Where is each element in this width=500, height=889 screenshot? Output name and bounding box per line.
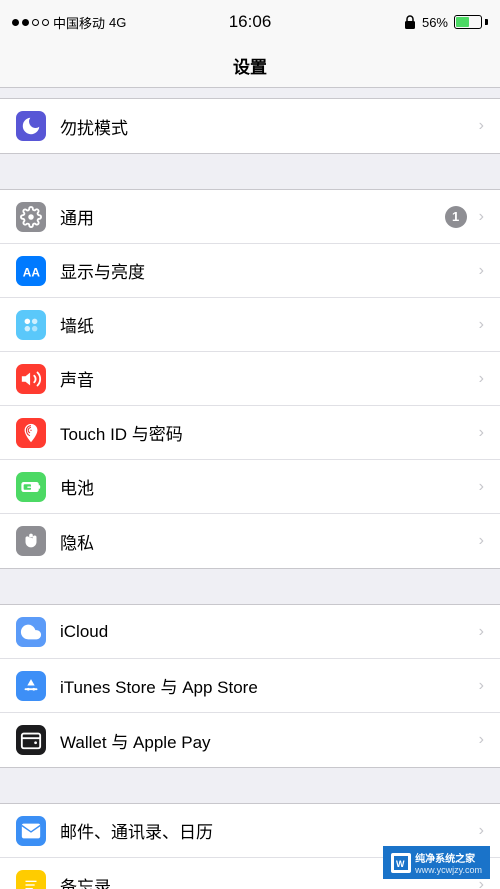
icloud-label: iCloud xyxy=(60,622,475,642)
itunes-chevron: › xyxy=(479,677,484,695)
battery-percent: 56% xyxy=(422,15,448,30)
lock-icon xyxy=(404,15,416,29)
battery-chevron: › xyxy=(479,478,484,496)
settings-item-wallet[interactable]: Wallet 与 Apple Pay › xyxy=(0,713,500,767)
section-gap-top xyxy=(0,88,500,98)
signal-icon xyxy=(12,19,49,26)
mail-chevron: › xyxy=(479,822,484,840)
itunes-icon-bg xyxy=(16,671,46,701)
battery-label: 电池 xyxy=(60,474,475,499)
battery-settings-icon xyxy=(20,476,42,498)
display-chevron: › xyxy=(479,262,484,280)
settings-item-dnd[interactable]: 勿扰模式 › xyxy=(0,99,500,153)
display-icon: AA xyxy=(16,256,46,286)
status-left: 中国移动 4G xyxy=(12,13,126,32)
notes-icon-bg xyxy=(16,870,46,889)
carrier-label: 中国移动 xyxy=(53,13,105,32)
touchid-chevron: › xyxy=(479,424,484,442)
moon-icon xyxy=(20,115,42,137)
wallet-icon xyxy=(20,729,42,751)
wallet-label: Wallet 与 Apple Pay xyxy=(60,728,475,753)
display-label: 显示与亮度 xyxy=(60,258,475,283)
privacy-label: 隐私 xyxy=(60,529,475,554)
general-label: 通用 xyxy=(60,204,445,229)
dnd-chevron: › xyxy=(479,117,484,135)
section-dnd: 勿扰模式 › xyxy=(0,98,500,154)
hand-icon xyxy=(20,530,42,552)
sounds-chevron: › xyxy=(479,370,484,388)
watermark-site: 纯净系统之家 xyxy=(415,850,482,865)
settings-item-battery[interactable]: 电池 › xyxy=(0,460,500,514)
wallpaper-icon xyxy=(20,314,42,336)
general-icon xyxy=(16,202,46,232)
settings-item-icloud[interactable]: iCloud › xyxy=(0,605,500,659)
wallpaper-icon-bg xyxy=(16,310,46,340)
mail-icon-bg xyxy=(16,816,46,846)
section-gap-1 xyxy=(0,154,500,189)
dnd-icon xyxy=(16,111,46,141)
sounds-icon-bg xyxy=(16,364,46,394)
icloud-icon-bg xyxy=(16,617,46,647)
watermark-logo: W xyxy=(391,853,411,873)
status-time: 16:06 xyxy=(229,12,272,32)
status-bar: 中国移动 4G 16:06 56% xyxy=(0,0,500,44)
general-chevron: › xyxy=(479,208,484,226)
network-type: 4G xyxy=(109,15,126,30)
notes-icon xyxy=(20,874,42,889)
section-gap-2 xyxy=(0,569,500,604)
mail-label: 邮件、通讯录、日历 xyxy=(60,818,475,843)
section-services: iCloud › iTunes Store 与 App Store › xyxy=(0,604,500,768)
wallet-chevron: › xyxy=(479,731,484,749)
settings-item-wallpaper[interactable]: 墙纸 › xyxy=(0,298,500,352)
watermark-icon: W xyxy=(394,856,408,870)
itunes-label: iTunes Store 与 App Store xyxy=(60,673,475,698)
wallet-icon-bg xyxy=(16,725,46,755)
status-right: 56% xyxy=(404,15,488,30)
appstore-icon xyxy=(20,675,42,697)
svg-text:AA: AA xyxy=(23,265,41,279)
aa-icon: AA xyxy=(20,260,42,282)
gear-icon xyxy=(20,206,42,228)
wallpaper-label: 墙纸 xyxy=(60,312,475,337)
settings-item-privacy[interactable]: 隐私 › xyxy=(0,514,500,568)
wallpaper-chevron: › xyxy=(479,316,484,334)
settings-container: 勿扰模式 › 通用 1 › AA 显示与亮度 xyxy=(0,88,500,889)
general-badge: 1 xyxy=(445,206,467,228)
settings-item-touchid[interactable]: Touch ID 与密码 › xyxy=(0,406,500,460)
svg-text:W: W xyxy=(396,859,405,869)
mail-icon xyxy=(20,820,42,842)
watermark-text: 纯净系统之家 www.ycwjzy.com xyxy=(415,850,482,875)
touchid-label: Touch ID 与密码 xyxy=(60,420,475,445)
dnd-label: 勿扰模式 xyxy=(60,114,475,139)
section-general: 通用 1 › AA 显示与亮度 › 墙纸 xyxy=(0,189,500,569)
settings-item-itunes[interactable]: iTunes Store 与 App Store › xyxy=(0,659,500,713)
page-title: 设置 xyxy=(233,53,267,78)
watermark: W 纯净系统之家 www.ycwjzy.com xyxy=(383,846,490,879)
sound-icon xyxy=(20,368,42,390)
fingerprint-icon xyxy=(20,422,42,444)
watermark-box: W 纯净系统之家 www.ycwjzy.com xyxy=(383,846,490,879)
touchid-icon-bg xyxy=(16,418,46,448)
watermark-url: www.ycwjzy.com xyxy=(415,865,482,875)
settings-item-sounds[interactable]: 声音 › xyxy=(0,352,500,406)
settings-item-display[interactable]: AA 显示与亮度 › xyxy=(0,244,500,298)
battery-icon-bg xyxy=(16,472,46,502)
battery-icon xyxy=(454,15,488,29)
nav-bar: 设置 xyxy=(0,44,500,88)
section-gap-3 xyxy=(0,768,500,803)
sounds-label: 声音 xyxy=(60,366,475,391)
settings-item-general[interactable]: 通用 1 › xyxy=(0,190,500,244)
privacy-chevron: › xyxy=(479,532,484,550)
privacy-icon-bg xyxy=(16,526,46,556)
cloud-icon xyxy=(20,621,42,643)
icloud-chevron: › xyxy=(479,623,484,641)
